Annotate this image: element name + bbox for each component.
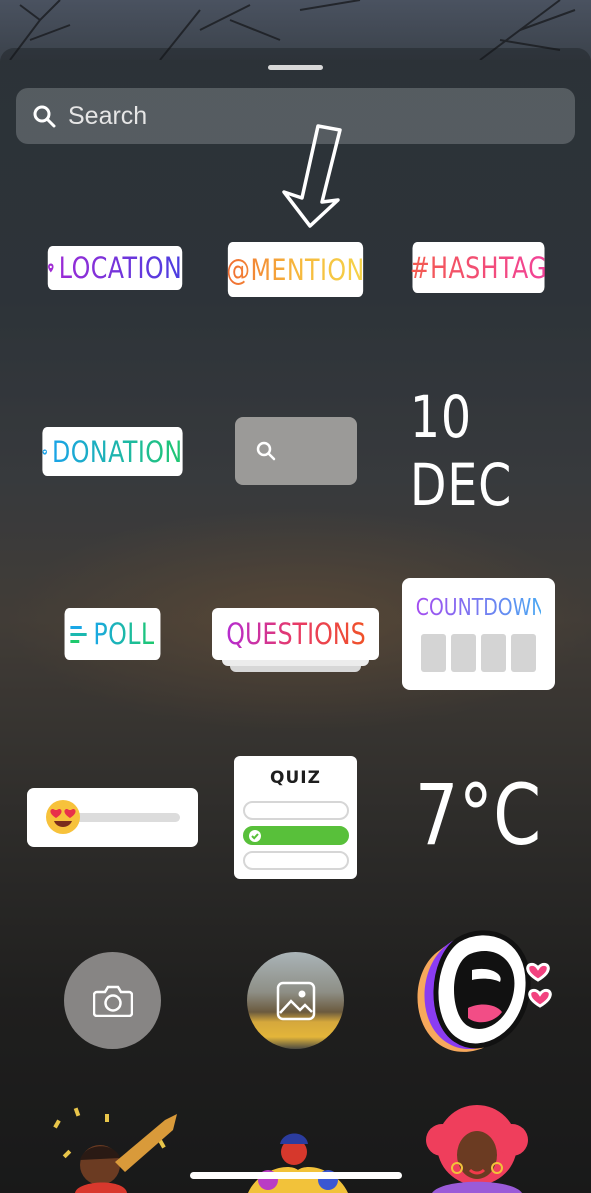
countdown-digit-box: [511, 634, 536, 672]
poll-label: POLL: [93, 617, 155, 651]
countdown-sticker[interactable]: COUNTDOWN: [402, 578, 555, 690]
location-sticker[interactable]: LOCATION: [47, 246, 183, 290]
quiz-sticker[interactable]: QUIZ: [234, 756, 357, 879]
slider-track: [67, 813, 180, 822]
temperature-label: 7°C: [414, 766, 542, 864]
home-indicator[interactable]: [190, 1172, 402, 1179]
camera-sticker-button[interactable]: [64, 952, 161, 1049]
hand-drawn-arrow: [282, 124, 342, 228]
camera-icon: [92, 985, 133, 1017]
location-pin-icon: [48, 263, 54, 273]
image-icon: [276, 981, 315, 1020]
hashtag-sticker[interactable]: #HASHTAG: [409, 242, 548, 293]
photo-sticker-button[interactable]: [247, 952, 344, 1049]
heart-circle-icon: [42, 448, 47, 455]
poll-bars-icon: [70, 626, 87, 643]
hashtag-label: #HASHTAG: [409, 250, 548, 285]
questions-card: QUESTIONS: [212, 608, 379, 660]
donation-label: DONATION: [52, 434, 183, 469]
date-label: 10 DEC: [409, 383, 513, 519]
countdown-digit-box: [451, 634, 476, 672]
quiz-option: [243, 801, 349, 820]
search-icon: [256, 441, 276, 461]
temperature-sticker[interactable]: 7°C: [414, 760, 542, 870]
countdown-digit-box: [421, 634, 446, 672]
gif-search-sticker[interactable]: [235, 417, 357, 485]
emoji-slider-sticker[interactable]: [27, 788, 198, 847]
questions-sticker[interactable]: QUESTIONS: [212, 608, 379, 673]
mention-label: @MENTION: [226, 252, 365, 287]
check-circle-icon: [249, 829, 261, 842]
date-sticker[interactable]: 10 DEC: [410, 383, 545, 519]
quiz-option: [243, 851, 349, 870]
quiz-option-correct: [243, 826, 349, 845]
search-icon: [33, 105, 56, 128]
mention-sticker[interactable]: @MENTION: [226, 242, 365, 297]
donation-sticker[interactable]: DONATION: [42, 427, 183, 476]
heart-eyes-emoji-icon: [46, 800, 80, 834]
questions-label: QUESTIONS: [225, 617, 366, 651]
countdown-digit-box: [481, 634, 506, 672]
woman-portrait-sticker[interactable]: [422, 1100, 532, 1193]
quiz-label: QUIZ: [270, 768, 321, 788]
trumpet-player-sticker[interactable]: [45, 1100, 185, 1193]
location-label: LOCATION: [58, 251, 183, 285]
shouting-mouth-sticker[interactable]: [400, 930, 560, 1065]
sheet-drag-handle[interactable]: [268, 65, 323, 70]
countdown-label: COUNTDOWN: [415, 595, 546, 621]
poll-sticker[interactable]: POLL: [64, 608, 161, 660]
people-group-sticker[interactable]: [228, 1100, 368, 1193]
